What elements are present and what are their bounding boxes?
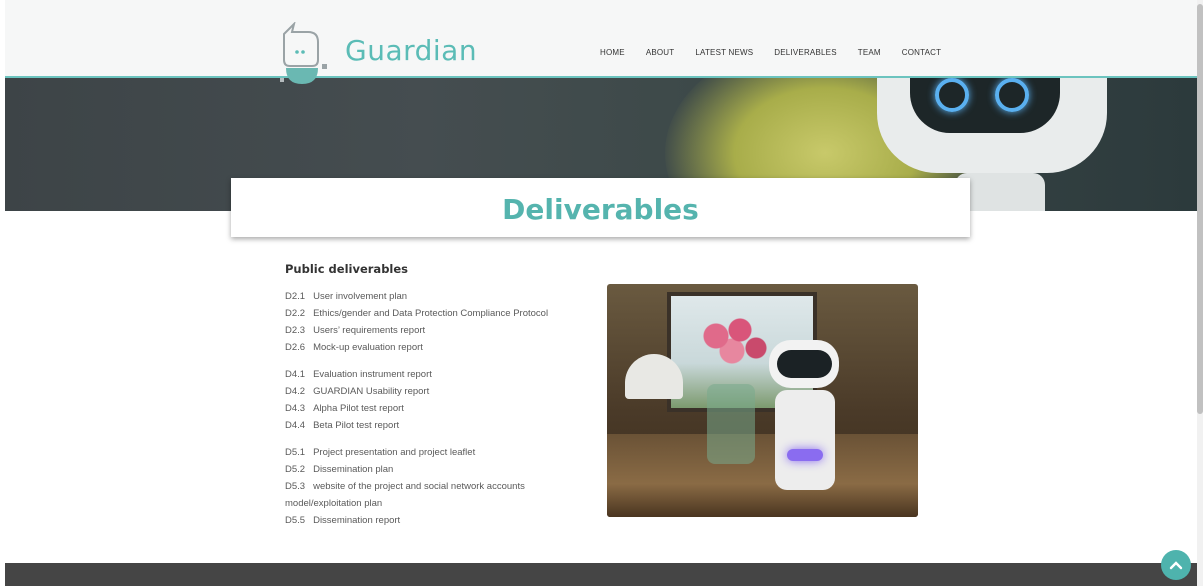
site-header: Guardian HOME ABOUT LATEST NEWS DELIVERA…	[5, 0, 1197, 84]
photo-robot-face	[777, 350, 832, 378]
robot-photo	[607, 284, 918, 517]
nav-team[interactable]: TEAM	[858, 48, 881, 57]
deliverable-item[interactable]: D5.2 Dissemination plan	[285, 461, 585, 478]
photo-table	[607, 434, 918, 517]
deliverable-item[interactable]: D4.2 GUARDIAN Usability report	[285, 383, 585, 400]
deliverable-item[interactable]: D5.1 Project presentation and project lea…	[285, 444, 585, 461]
photo-robot-body	[775, 390, 835, 490]
hero-robot-eye-left	[935, 78, 969, 112]
photo-robot-glow	[787, 449, 823, 461]
scroll-to-top-button[interactable]	[1161, 550, 1191, 580]
section-heading: Public deliverables	[285, 262, 409, 276]
scrollbar-thumb[interactable]	[1197, 4, 1203, 414]
nav-about[interactable]: ABOUT	[646, 48, 675, 57]
deliverable-item[interactable]: D4.3 Alpha Pilot test report	[285, 400, 585, 417]
nav-home[interactable]: HOME	[600, 48, 625, 57]
hero-robot-face	[910, 78, 1060, 133]
chevron-up-icon	[1169, 561, 1183, 570]
deliverable-item[interactable]: D5.5 Dissemination report	[285, 512, 585, 529]
deliverable-item[interactable]: D2.6 Mock-up evaluation report	[285, 339, 585, 356]
deliverable-item[interactable]: D2.2 Ethics/gender and Data Protection Co…	[285, 305, 585, 322]
brand-name[interactable]: Guardian	[345, 34, 477, 67]
deliverable-item[interactable]: D5.3 website of the project and social ne…	[285, 478, 585, 495]
nav-latest-news[interactable]: LATEST NEWS	[695, 48, 753, 57]
page-title: Deliverables	[502, 193, 699, 226]
hero-robot-eye-right	[995, 78, 1029, 112]
deliverable-item[interactable]: D2.1 User involvement plan	[285, 288, 585, 305]
deliverable-item-continued[interactable]: model/exploitation plan	[285, 495, 585, 512]
site-footer	[5, 563, 1197, 586]
page-title-box: Deliverables	[231, 178, 970, 237]
deliverables-group-wp5: D5.1 Project presentation and project lea…	[285, 444, 585, 529]
photo-tulips	[692, 312, 772, 372]
deliverables-group-wp4: D4.1 Evaluation instrument report D4.2 GUA…	[285, 366, 585, 434]
guardian-logo-icon[interactable]	[278, 22, 330, 88]
main-nav: HOME ABOUT LATEST NEWS DELIVERABLES TEAM…	[600, 48, 962, 57]
deliverables-group-wp2: D2.1 User involvement plan D2.2 Ethics/gen…	[285, 288, 585, 356]
nav-contact[interactable]: CONTACT	[902, 48, 941, 57]
page-scrollbar[interactable]	[1197, 0, 1203, 586]
deliverables-content: Public deliverables D2.1 User involvement…	[285, 262, 585, 539]
deliverable-item[interactable]: D4.1 Evaluation instrument report	[285, 366, 585, 383]
deliverable-item[interactable]: D4.4 Beta Pilot test report	[285, 417, 585, 434]
deliverable-item[interactable]: D2.3 Users’ requirements report	[285, 322, 585, 339]
nav-deliverables[interactable]: DELIVERABLES	[774, 48, 836, 57]
photo-vase	[707, 384, 755, 464]
